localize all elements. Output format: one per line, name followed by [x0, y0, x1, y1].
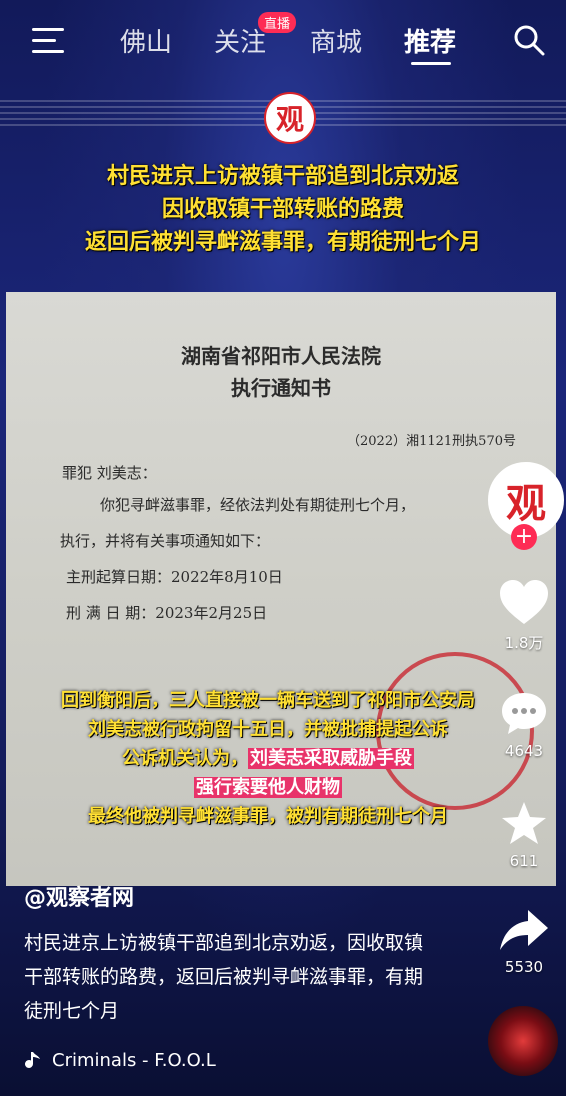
- author-name[interactable]: @观察者网: [24, 880, 134, 912]
- active-tab-indicator: [411, 62, 451, 65]
- document-line: 执行，并将有关事项通知如下：: [60, 532, 271, 550]
- tab-foshan[interactable]: 佛山: [120, 22, 172, 59]
- document-court-name: 湖南省祁阳市人民法院: [181, 344, 381, 368]
- music-disc[interactable]: [488, 1006, 558, 1076]
- video-subtitles: 回到衡阳后，三人直接被一辆车送到了祁阳市公安局 刘美志被行政拘留十五日，并被批捕…: [61, 690, 475, 827]
- guancha-logo: 观: [264, 92, 316, 144]
- video-description[interactable]: 村民进京上访被镇干部追到北京劝返，因收取镇干部转账的路费，返回后被判寻衅滋事罪，…: [24, 926, 434, 1028]
- music-info[interactable]: Criminals - F.O.O.L: [24, 1050, 216, 1071]
- tab-recommended[interactable]: 推荐: [404, 22, 456, 59]
- favorite-button[interactable]: 611: [494, 800, 554, 870]
- menu-icon[interactable]: [32, 28, 64, 53]
- highlighted-subtitle: 刘美志采取威胁手段: [248, 748, 414, 769]
- document-title: 执行通知书: [231, 376, 331, 400]
- share-button[interactable]: 5530: [494, 908, 554, 976]
- like-count: 1.8万: [504, 634, 544, 652]
- top-nav: 佛山 关注 直播 商城 推荐: [0, 0, 566, 80]
- document-line: 你犯寻衅滋事罪，经依法判处有期徒刑七个月，: [100, 496, 416, 514]
- comment-button[interactable]: 4643: [494, 690, 554, 760]
- heart-icon: [500, 580, 548, 624]
- music-title: Criminals - F.O.O.L: [52, 1050, 216, 1071]
- share-arrow-icon: [500, 910, 548, 950]
- document-line: 主刑起算日期：2022年8月10日: [66, 568, 283, 586]
- document-line: 罪犯 刘美志：: [62, 464, 157, 482]
- like-button[interactable]: 1.8万: [494, 578, 554, 653]
- live-badge: 直播: [258, 12, 297, 33]
- tab-mall[interactable]: 商城: [310, 22, 362, 59]
- document-line: 刑 满 日 期：2023年2月25日: [66, 604, 268, 622]
- comment-icon: [502, 693, 546, 734]
- favorite-count: 611: [509, 852, 539, 870]
- video-headline: 村民进京上访被镇干部追到北京劝返 因收取镇干部转账的路费 返回后被判寻衅滋事罪，…: [84, 164, 481, 255]
- music-note-icon: [25, 1051, 40, 1068]
- comment-count: 4643: [504, 742, 544, 760]
- share-count: 5530: [504, 958, 544, 976]
- follow-button[interactable]: +: [511, 524, 537, 550]
- highlighted-subtitle: 强行索要他人财物: [194, 777, 342, 798]
- document-case-number: （2022）湘1121刑执570号: [347, 434, 516, 449]
- star-icon: [502, 802, 546, 844]
- search-icon[interactable]: [513, 24, 545, 56]
